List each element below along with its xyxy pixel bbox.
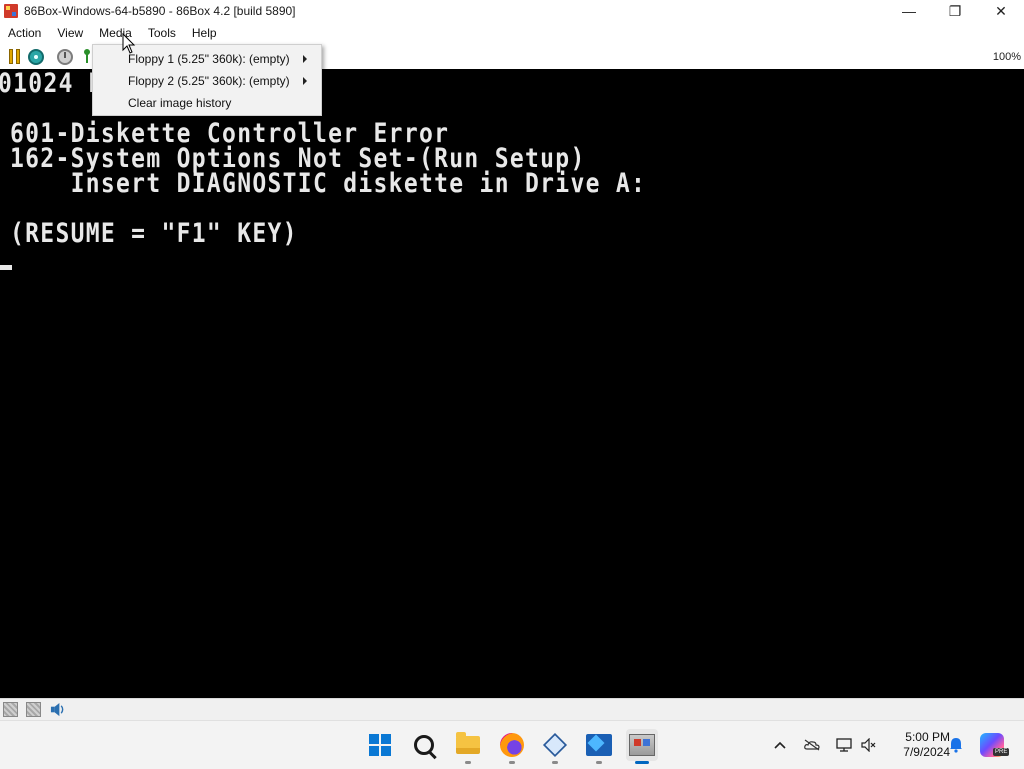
virtualbox-button[interactable]	[539, 729, 571, 764]
zoom-level: 100%	[992, 51, 1021, 63]
resume-prompt-line: (RESUME = "F1" KEY)	[10, 219, 298, 249]
system-clock[interactable]: 5:00 PM 7/9/2024	[884, 730, 950, 760]
virtualbox-icon	[542, 732, 568, 758]
power-icon[interactable]	[57, 49, 73, 65]
86box-icon	[629, 734, 655, 756]
clock-date: 7/9/2024	[903, 745, 950, 759]
sound-icon[interactable]	[50, 702, 65, 717]
hard-reset-icon[interactable]	[28, 49, 44, 65]
running-indicator	[596, 761, 602, 764]
copilot-pre-badge: PRE	[993, 748, 1010, 756]
submenu-arrow-icon	[303, 77, 307, 85]
running-indicator	[552, 761, 558, 764]
windows-taskbar: 5:00 PM 7/9/2024 PRE	[0, 720, 1024, 769]
status-bar	[0, 698, 1024, 721]
network-icon[interactable]	[836, 737, 852, 753]
window-title: 86Box-Windows-64-b5890 - 86Box 4.2 [buil…	[24, 4, 296, 18]
insert-diskette-line: Insert DIAGNOSTIC diskette in Drive A:	[10, 169, 647, 199]
volume-icon[interactable]	[861, 737, 877, 753]
maximize-button[interactable]: ❐	[932, 0, 978, 22]
emulator-screen[interactable]: 01024 KB 601-Diskette Controller Error 1…	[0, 69, 1024, 698]
86box-taskbar-button[interactable]	[626, 729, 658, 764]
file-explorer-icon	[456, 732, 480, 754]
submenu-arrow-icon	[303, 55, 307, 63]
window-controls: — ❐ ✕	[886, 0, 1024, 22]
running-indicator	[465, 761, 471, 764]
close-button[interactable]: ✕	[978, 0, 1024, 22]
86box-app-icon	[4, 4, 18, 18]
minimize-button[interactable]: —	[886, 0, 932, 22]
file-explorer-button[interactable]	[452, 729, 484, 764]
vm-icon	[586, 734, 612, 756]
notification-bell-icon[interactable]	[948, 737, 964, 753]
chevron-up-icon[interactable]	[772, 737, 788, 753]
mouse-pointer-icon	[122, 33, 136, 54]
running-indicator	[509, 761, 515, 764]
floppy-1-icon[interactable]	[3, 702, 18, 717]
start-icon	[369, 734, 391, 756]
menu-tools[interactable]: Tools	[140, 22, 184, 44]
active-indicator	[635, 761, 649, 764]
start-button[interactable]	[364, 729, 396, 761]
vm-button[interactable]	[583, 729, 615, 764]
onedrive-icon[interactable]	[804, 737, 820, 753]
menu-action[interactable]: Action	[0, 22, 49, 44]
floppy-2-icon[interactable]	[26, 702, 41, 717]
search-button[interactable]	[408, 729, 440, 761]
ctrl-alt-del-icon[interactable]	[84, 49, 90, 65]
menu-bar: Action View Media Tools Help	[0, 22, 1024, 44]
pause-icon[interactable]	[6, 49, 22, 65]
menu-help[interactable]: Help	[184, 22, 225, 44]
search-icon	[414, 735, 434, 755]
firefox-button[interactable]	[496, 729, 528, 764]
clock-time: 5:00 PM	[905, 730, 950, 744]
clear-image-history-menu-item[interactable]: Clear image history	[93, 91, 321, 113]
firefox-icon	[500, 733, 524, 757]
text-cursor	[0, 265, 12, 270]
title-bar: 86Box-Windows-64-b5890 - 86Box 4.2 [buil…	[0, 0, 1024, 22]
menu-view[interactable]: View	[49, 22, 91, 44]
floppy-2-menu-item[interactable]: Floppy 2 (5.25" 360k): (empty)	[93, 69, 321, 91]
